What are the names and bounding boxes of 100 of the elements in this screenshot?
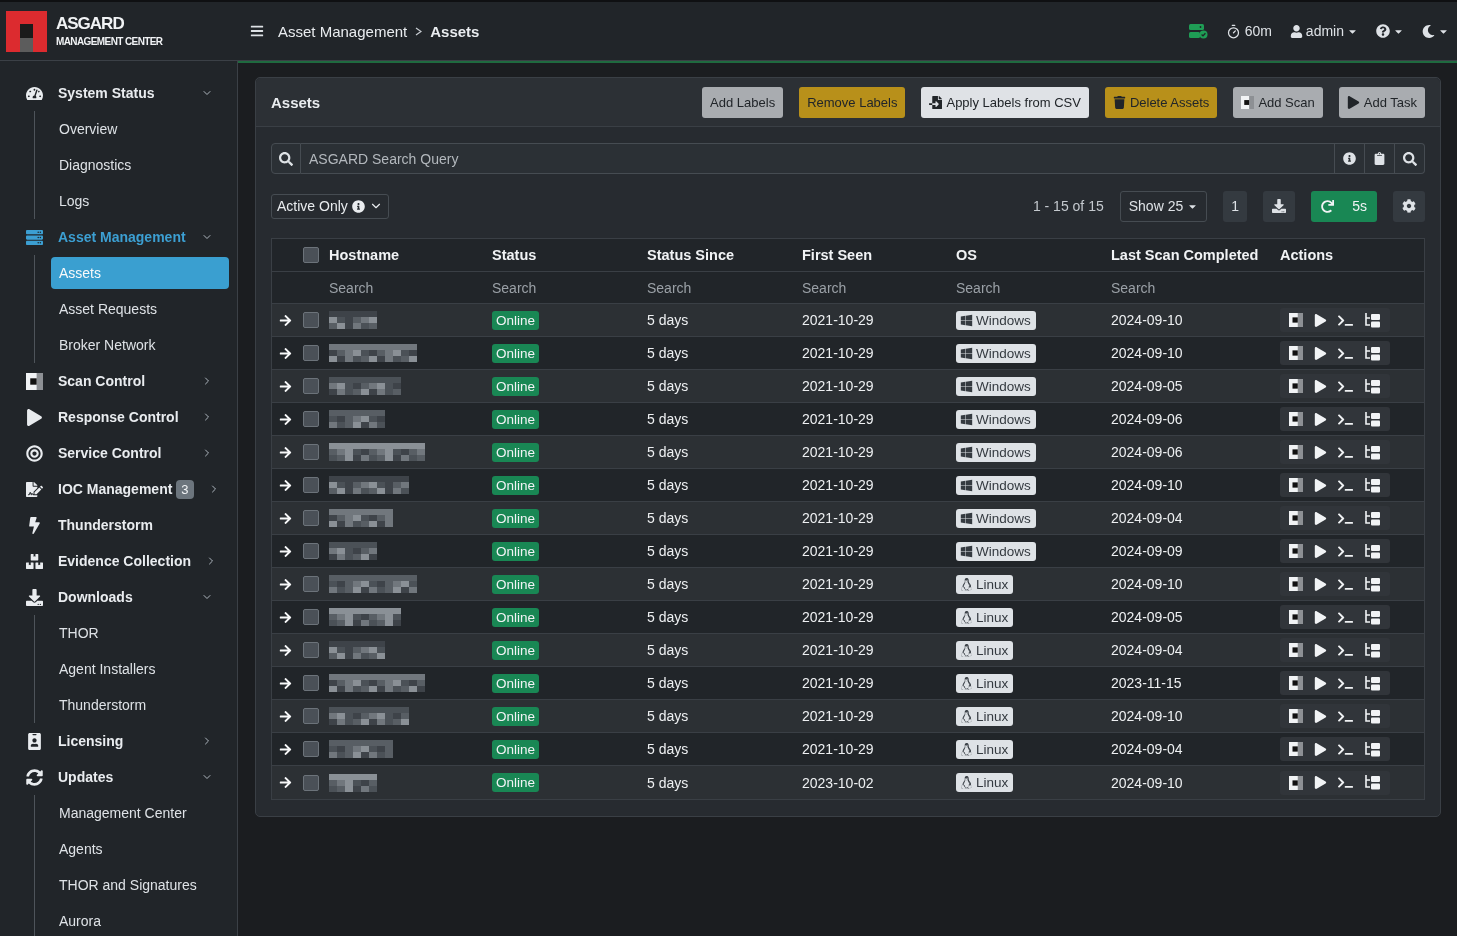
sidebar-item[interactable]: Licensing <box>0 723 237 759</box>
tree-action-button[interactable] <box>1364 576 1381 592</box>
sidebar-item[interactable]: Updates <box>0 759 237 795</box>
toolbar-button[interactable]: Add Task <box>1338 86 1425 118</box>
sidebar-subitem[interactable]: Broker Network <box>51 329 229 361</box>
scan-action-button[interactable] <box>1289 577 1303 591</box>
row-expand-button[interactable] <box>278 478 292 492</box>
row-expand-button[interactable] <box>278 577 292 591</box>
terminal-action-button[interactable] <box>1338 775 1353 790</box>
sidebar-item[interactable]: Asset Management <box>0 219 237 255</box>
task-action-button[interactable] <box>1314 544 1327 558</box>
task-action-button[interactable] <box>1314 445 1327 459</box>
sidebar-item[interactable]: Response Control <box>0 399 237 435</box>
task-action-button[interactable] <box>1314 709 1327 723</box>
page-size-select[interactable]: Show 25 <box>1119 190 1208 222</box>
info-button[interactable] <box>1335 143 1365 174</box>
column-search-field[interactable]: Search <box>492 279 612 296</box>
task-action-button[interactable] <box>1314 478 1327 492</box>
task-action-button[interactable] <box>1314 776 1327 789</box>
row-checkbox[interactable] <box>302 444 319 460</box>
row-checkbox[interactable] <box>302 675 319 691</box>
sidebar-subitem[interactable]: Logs <box>51 185 229 217</box>
row-checkbox[interactable] <box>302 510 319 526</box>
scan-action-button[interactable] <box>1289 478 1303 492</box>
refresh-button[interactable]: 5s <box>1311 190 1377 222</box>
help-menu-button[interactable] <box>1376 24 1404 38</box>
sidebar-subitem[interactable]: Diagnostics <box>51 149 229 181</box>
sidebar-item[interactable]: Downloads <box>0 579 237 615</box>
row-checkbox[interactable] <box>302 576 319 592</box>
tree-action-button[interactable] <box>1364 378 1381 394</box>
row-checkbox[interactable] <box>302 312 319 328</box>
sidebar-subitem[interactable]: THOR <box>51 617 229 649</box>
tree-action-button[interactable] <box>1364 411 1381 427</box>
scan-action-button[interactable] <box>1289 676 1303 690</box>
menu-button[interactable] <box>250 24 264 38</box>
row-checkbox[interactable] <box>302 543 319 559</box>
tree-action-button[interactable] <box>1364 675 1381 691</box>
row-expand-button[interactable] <box>278 610 292 624</box>
task-action-button[interactable] <box>1314 412 1327 426</box>
row-checkbox[interactable] <box>302 345 319 361</box>
sidebar-item[interactable]: IOC Management 3 <box>0 471 237 507</box>
user-menu-button[interactable]: admin <box>1289 23 1358 39</box>
task-action-button[interactable] <box>1314 676 1327 690</box>
tree-action-button[interactable] <box>1364 543 1381 559</box>
scan-action-button[interactable] <box>1289 379 1303 393</box>
tree-action-button[interactable] <box>1364 708 1381 724</box>
task-action-button[interactable] <box>1314 379 1327 393</box>
row-expand-button[interactable] <box>278 313 292 327</box>
filter-select[interactable]: Active Only <box>271 193 389 219</box>
task-action-button[interactable] <box>1314 577 1327 591</box>
column-search-field[interactable]: Search <box>329 279 449 296</box>
column-search-field[interactable]: Search <box>647 279 767 296</box>
select-all-checkbox[interactable] <box>302 247 319 263</box>
task-action-button[interactable] <box>1314 742 1327 756</box>
server-status-icon[interactable] <box>1188 23 1208 39</box>
sidebar-item[interactable]: Evidence Collection <box>0 543 237 579</box>
search-query-field[interactable]: ASGARD Search Query <box>301 143 1335 174</box>
row-expand-button[interactable] <box>278 445 292 459</box>
clipboard-button[interactable] <box>1365 143 1395 174</box>
toolbar-button[interactable]: Add Scan <box>1233 86 1323 118</box>
scan-action-button[interactable] <box>1289 346 1303 360</box>
scan-action-button[interactable] <box>1289 643 1303 657</box>
task-action-button[interactable] <box>1314 610 1327 624</box>
row-checkbox[interactable] <box>302 411 319 427</box>
scan-action-button[interactable] <box>1289 445 1303 459</box>
column-search-field[interactable]: Search <box>1111 279 1231 296</box>
task-action-button[interactable] <box>1314 346 1327 360</box>
task-action-button[interactable] <box>1314 643 1327 657</box>
task-action-button[interactable] <box>1314 511 1327 525</box>
row-expand-button[interactable] <box>278 709 292 723</box>
tree-action-button[interactable] <box>1364 312 1381 328</box>
row-checkbox[interactable] <box>302 741 319 757</box>
task-action-button[interactable] <box>1314 313 1327 327</box>
sidebar-subitem[interactable]: Overview <box>51 113 229 145</box>
row-expand-button[interactable] <box>278 742 292 756</box>
column-search-field[interactable]: Search <box>956 279 1076 296</box>
row-expand-button[interactable] <box>278 346 292 360</box>
scan-action-button[interactable] <box>1289 610 1303 624</box>
tree-action-button[interactable] <box>1364 775 1381 790</box>
tree-action-button[interactable] <box>1364 642 1381 658</box>
sidebar-subitem[interactable]: Thunderstorm <box>51 689 229 721</box>
row-expand-button[interactable] <box>278 776 292 789</box>
search-button[interactable] <box>1395 143 1425 174</box>
scan-action-button[interactable] <box>1289 742 1303 756</box>
row-expand-button[interactable] <box>278 412 292 426</box>
row-checkbox[interactable] <box>302 477 319 493</box>
tree-action-button[interactable] <box>1364 741 1381 757</box>
scan-action-button[interactable] <box>1289 412 1303 426</box>
row-checkbox[interactable] <box>302 708 319 724</box>
row-expand-button[interactable] <box>278 379 292 393</box>
row-checkbox[interactable] <box>302 642 319 658</box>
row-expand-button[interactable] <box>278 544 292 558</box>
tree-action-button[interactable] <box>1364 444 1381 460</box>
row-checkbox[interactable] <box>302 774 319 791</box>
scan-action-button[interactable] <box>1289 775 1303 790</box>
sidebar-item[interactable]: Scan Control <box>0 363 237 399</box>
sidebar-subitem[interactable]: THOR and Signatures <box>51 869 229 901</box>
sidebar-subitem[interactable]: Management Center <box>51 797 229 829</box>
tree-action-button[interactable] <box>1364 510 1381 526</box>
search-button[interactable] <box>271 143 301 174</box>
